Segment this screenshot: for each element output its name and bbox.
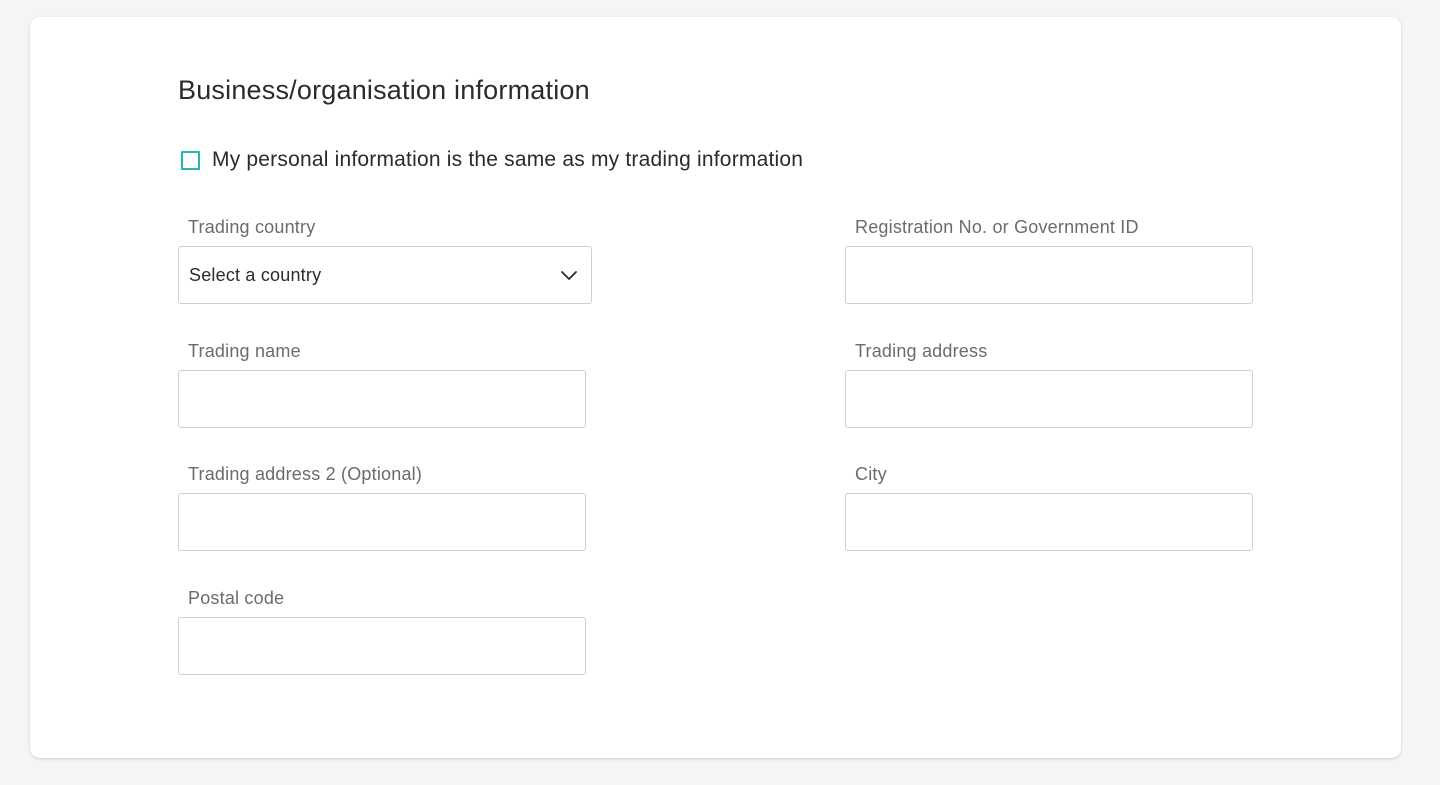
registration-id-field: Registration No. or Government ID xyxy=(845,216,1253,304)
same-info-checkbox-label: My personal information is the same as m… xyxy=(212,148,804,171)
postal-code-label: Postal code xyxy=(188,588,285,608)
trading-address-2-field: Trading address 2 (Optional) xyxy=(178,463,586,551)
city-input[interactable] xyxy=(845,493,1253,551)
registration-id-input[interactable] xyxy=(845,246,1253,304)
section-title: Business/organisation information xyxy=(178,75,590,105)
trading-name-input[interactable] xyxy=(178,370,586,428)
same-info-checkbox-row[interactable]: My personal information is the same as m… xyxy=(181,148,803,172)
registration-id-label: Registration No. or Government ID xyxy=(855,217,1139,237)
same-info-checkbox[interactable] xyxy=(181,150,200,170)
trading-country-selected-value: Select a country xyxy=(189,264,322,285)
chevron-down-icon xyxy=(561,271,577,280)
city-label: City xyxy=(855,464,887,484)
business-info-card: Business/organisation information My per… xyxy=(30,17,1401,758)
postal-code-field: Postal code xyxy=(178,587,586,675)
trading-address-2-label: Trading address 2 (Optional) xyxy=(188,464,423,484)
trading-country-label: Trading country xyxy=(188,217,316,237)
trading-address-2-input[interactable] xyxy=(178,493,586,551)
trading-country-field: Trading country Select a country xyxy=(178,216,592,304)
trading-name-field: Trading name xyxy=(178,340,586,428)
trading-name-label: Trading name xyxy=(188,341,301,361)
trading-address-field: Trading address xyxy=(845,340,1253,428)
trading-address-input[interactable] xyxy=(845,370,1253,428)
trading-country-select[interactable]: Select a country xyxy=(178,246,592,304)
city-field: City xyxy=(845,463,1253,551)
trading-address-label: Trading address xyxy=(855,341,988,361)
postal-code-input[interactable] xyxy=(178,617,586,675)
